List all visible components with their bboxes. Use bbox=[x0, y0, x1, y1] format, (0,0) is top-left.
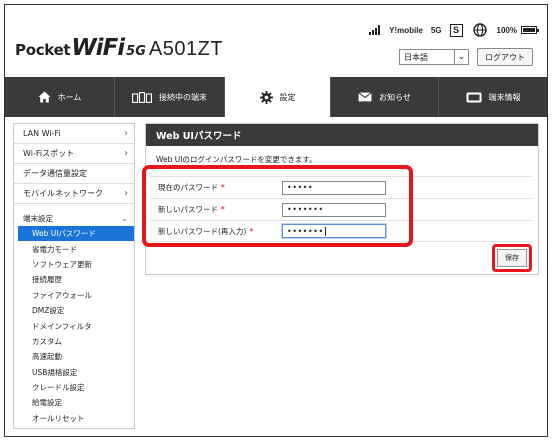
save-highlight-box: 保存 bbox=[492, 244, 532, 272]
language-select[interactable]: 日本語 ⌄ bbox=[399, 49, 469, 65]
sidebar-group-device-settings[interactable]: 端末設定 ⌄ bbox=[14, 210, 134, 226]
text-caret bbox=[324, 226, 326, 236]
sidebar-item-dmz[interactable]: DMZ設定 bbox=[14, 303, 134, 318]
chevron-down-icon: ⌄ bbox=[121, 213, 128, 223]
new-password-row: 新しいパスワード * ••••••• bbox=[150, 198, 532, 220]
confirm-password-input[interactable]: ••••••• bbox=[282, 224, 386, 238]
sidebar-item-custom[interactable]: カスタム bbox=[14, 334, 134, 349]
current-password-input[interactable]: ••••• bbox=[282, 180, 386, 195]
battery-icon bbox=[521, 26, 539, 34]
tab-notifications[interactable]: お知らせ bbox=[331, 77, 439, 117]
tab-home[interactable]: ホーム bbox=[5, 77, 115, 117]
current-password-label: 現在のパスワード bbox=[158, 183, 218, 192]
sidebar-item-power-saving[interactable]: 省電力モード bbox=[14, 241, 134, 256]
tab-settings[interactable]: 設定 bbox=[225, 77, 331, 117]
chevron-right-icon: › bbox=[124, 148, 128, 159]
save-button[interactable]: 保存 bbox=[497, 249, 527, 267]
sidebar-item-webui-password[interactable]: Web UIパスワード bbox=[18, 226, 134, 242]
main-nav: ホーム 接続中の端末 設定 お知らせ 端末情報 bbox=[5, 77, 547, 117]
gear-icon bbox=[259, 90, 273, 104]
sidebar-item-power-supply[interactable]: 給電設定 bbox=[14, 395, 134, 410]
sidebar-item-lan-wifi[interactable]: LAN Wi-Fi › bbox=[14, 124, 134, 144]
tab-connected-devices[interactable]: 接続中の端末 bbox=[115, 77, 225, 117]
sidebar-item-domain-filter[interactable]: ドメインフィルタ bbox=[14, 318, 134, 333]
chevron-right-icon: › bbox=[124, 128, 128, 139]
sim-icon: S bbox=[449, 23, 463, 37]
sidebar-item-fast-boot[interactable]: 高速起動 bbox=[14, 349, 134, 364]
sidebar-item-usb-standard[interactable]: USB規格設定 bbox=[14, 365, 134, 380]
sidebar-item-mobile-network[interactable]: モバイルネットワーク › bbox=[14, 184, 134, 204]
sidebar-item-cradle[interactable]: クレードル設定 bbox=[14, 380, 134, 395]
model-name: A501ZT bbox=[148, 38, 224, 60]
battery-percent: 100% bbox=[496, 25, 517, 35]
sidebar-item-connection-history[interactable]: 接続履歴 bbox=[14, 272, 134, 287]
pocket-wifi-logo: Pocket WiFi 5G A501ZT bbox=[15, 35, 224, 61]
device-info-icon bbox=[466, 92, 482, 103]
header: Pocket WiFi 5G A501ZT Y!mobile 5G S 100%… bbox=[5, 5, 547, 77]
required-mark: * bbox=[221, 183, 225, 192]
new-password-input[interactable]: ••••••• bbox=[282, 202, 386, 217]
globe-icon bbox=[472, 23, 487, 37]
required-mark: * bbox=[249, 226, 254, 236]
devices-icon bbox=[132, 91, 152, 103]
chevron-right-icon: › bbox=[124, 188, 128, 199]
tab-device-info[interactable]: 端末情報 bbox=[439, 77, 547, 117]
sidebar-item-factory-reset[interactable]: オールリセット bbox=[14, 411, 134, 426]
sidebar-item-firewall[interactable]: ファイアウォール bbox=[14, 288, 134, 303]
home-icon bbox=[38, 91, 51, 103]
logout-button[interactable]: ログアウト bbox=[477, 48, 533, 66]
language-value: 日本語 bbox=[404, 52, 428, 62]
carrier-name: Y!mobile bbox=[389, 25, 423, 35]
sidebar-item-data-usage[interactable]: データ通信量設定 bbox=[14, 164, 134, 184]
required-mark: * bbox=[221, 205, 225, 214]
status-bar: Y!mobile 5G S 100% bbox=[369, 21, 539, 39]
confirm-password-row: 新しいパスワード(再入力) * ••••••• bbox=[150, 220, 532, 242]
password-panel: Web UIパスワード Web UIのログインパスワードを変更できます。 現在の… bbox=[145, 123, 539, 275]
confirm-password-label: 新しいパスワード(再入力) bbox=[158, 226, 247, 236]
page-title: Web UIパスワード bbox=[146, 124, 538, 146]
current-password-row: 現在のパスワード * ••••• bbox=[150, 176, 532, 198]
mail-icon bbox=[358, 92, 372, 102]
sidebar-item-software-update[interactable]: ソフトウェア更新 bbox=[14, 257, 134, 272]
new-password-label: 新しいパスワード bbox=[158, 205, 218, 214]
network-type: 5G bbox=[430, 25, 442, 35]
signal-icon bbox=[369, 25, 381, 35]
sidebar-item-wifi-spot[interactable]: Wi-Fiスポット › bbox=[14, 144, 134, 164]
chevron-down-icon: ⌄ bbox=[454, 50, 468, 64]
app-window: Pocket WiFi 5G A501ZT Y!mobile 5G S 100%… bbox=[4, 4, 548, 437]
sidebar: LAN Wi-Fi › Wi-Fiスポット › データ通信量設定 モバイルネットワー… bbox=[13, 123, 135, 429]
page-description: Web UIのログインパスワードを変更できます。 bbox=[156, 155, 317, 164]
